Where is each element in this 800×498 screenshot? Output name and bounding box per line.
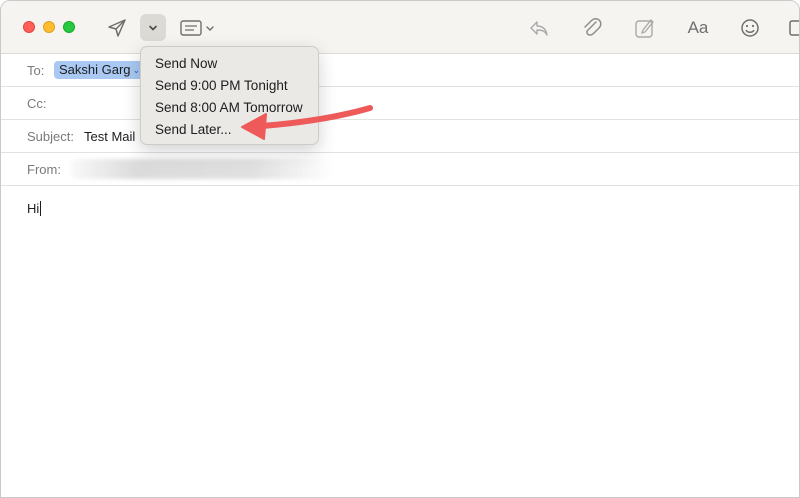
from-field-row[interactable]: From: [1, 153, 799, 186]
to-field-row[interactable]: To: Sakshi Garg ⌄ [1, 54, 799, 87]
photo-browser-button[interactable] [787, 16, 799, 40]
markup-button[interactable] [633, 16, 657, 40]
subject-label: Subject: [27, 129, 74, 144]
subject-input[interactable]: Test Mail [84, 129, 135, 144]
menu-item-send-later[interactable]: Send Later... [141, 119, 318, 141]
cc-label: Cc: [27, 96, 47, 111]
message-body[interactable]: Hi [27, 201, 42, 216]
toolbar: Aa [1, 1, 799, 54]
send-button[interactable] [105, 17, 129, 39]
cc-field-row[interactable]: Cc: [1, 87, 799, 120]
send-options-menu: Send Now Send 9:00 PM Tonight Send 8:00 … [140, 46, 319, 145]
chevron-down-icon: ⌄ [132, 65, 141, 75]
mail-compose-window: Aa To: Sakshi Garg ⌄ Cc: Subject: Test M… [0, 0, 800, 498]
menu-item-send-tonight[interactable]: Send 9:00 PM Tonight [141, 75, 318, 97]
send-options-button[interactable] [140, 14, 166, 41]
from-label: From: [27, 162, 61, 177]
header-fields-icon [180, 20, 214, 36]
emoji-icon [741, 19, 759, 37]
reply-icon [530, 21, 548, 36]
markup-icon [635, 19, 654, 38]
format-font-button[interactable]: Aa [684, 16, 712, 40]
from-address-redacted[interactable] [71, 159, 331, 179]
menu-item-send-now[interactable]: Send Now [141, 53, 318, 75]
to-label: To: [27, 63, 45, 78]
minimize-window-button[interactable] [43, 21, 55, 33]
reply-button[interactable] [527, 16, 551, 40]
photo-icon [789, 20, 799, 36]
close-window-button[interactable] [23, 21, 35, 33]
recipient-name: Sakshi Garg [59, 62, 131, 77]
text-cursor [40, 201, 42, 216]
paper-plane-icon [108, 19, 126, 37]
zoom-window-button[interactable] [63, 21, 75, 33]
paperclip-icon [584, 18, 602, 36]
menu-item-send-tomorrow[interactable]: Send 8:00 AM Tomorrow [141, 97, 318, 119]
recipient-token[interactable]: Sakshi Garg ⌄ [54, 61, 146, 79]
attach-button[interactable] [581, 15, 603, 41]
header-fields-button[interactable] [179, 17, 217, 39]
chevron-down-icon [149, 25, 157, 30]
subject-field-row[interactable]: Subject: Test Mail [1, 120, 799, 153]
emoji-button[interactable] [739, 16, 761, 40]
message-body-text: Hi [27, 201, 40, 216]
